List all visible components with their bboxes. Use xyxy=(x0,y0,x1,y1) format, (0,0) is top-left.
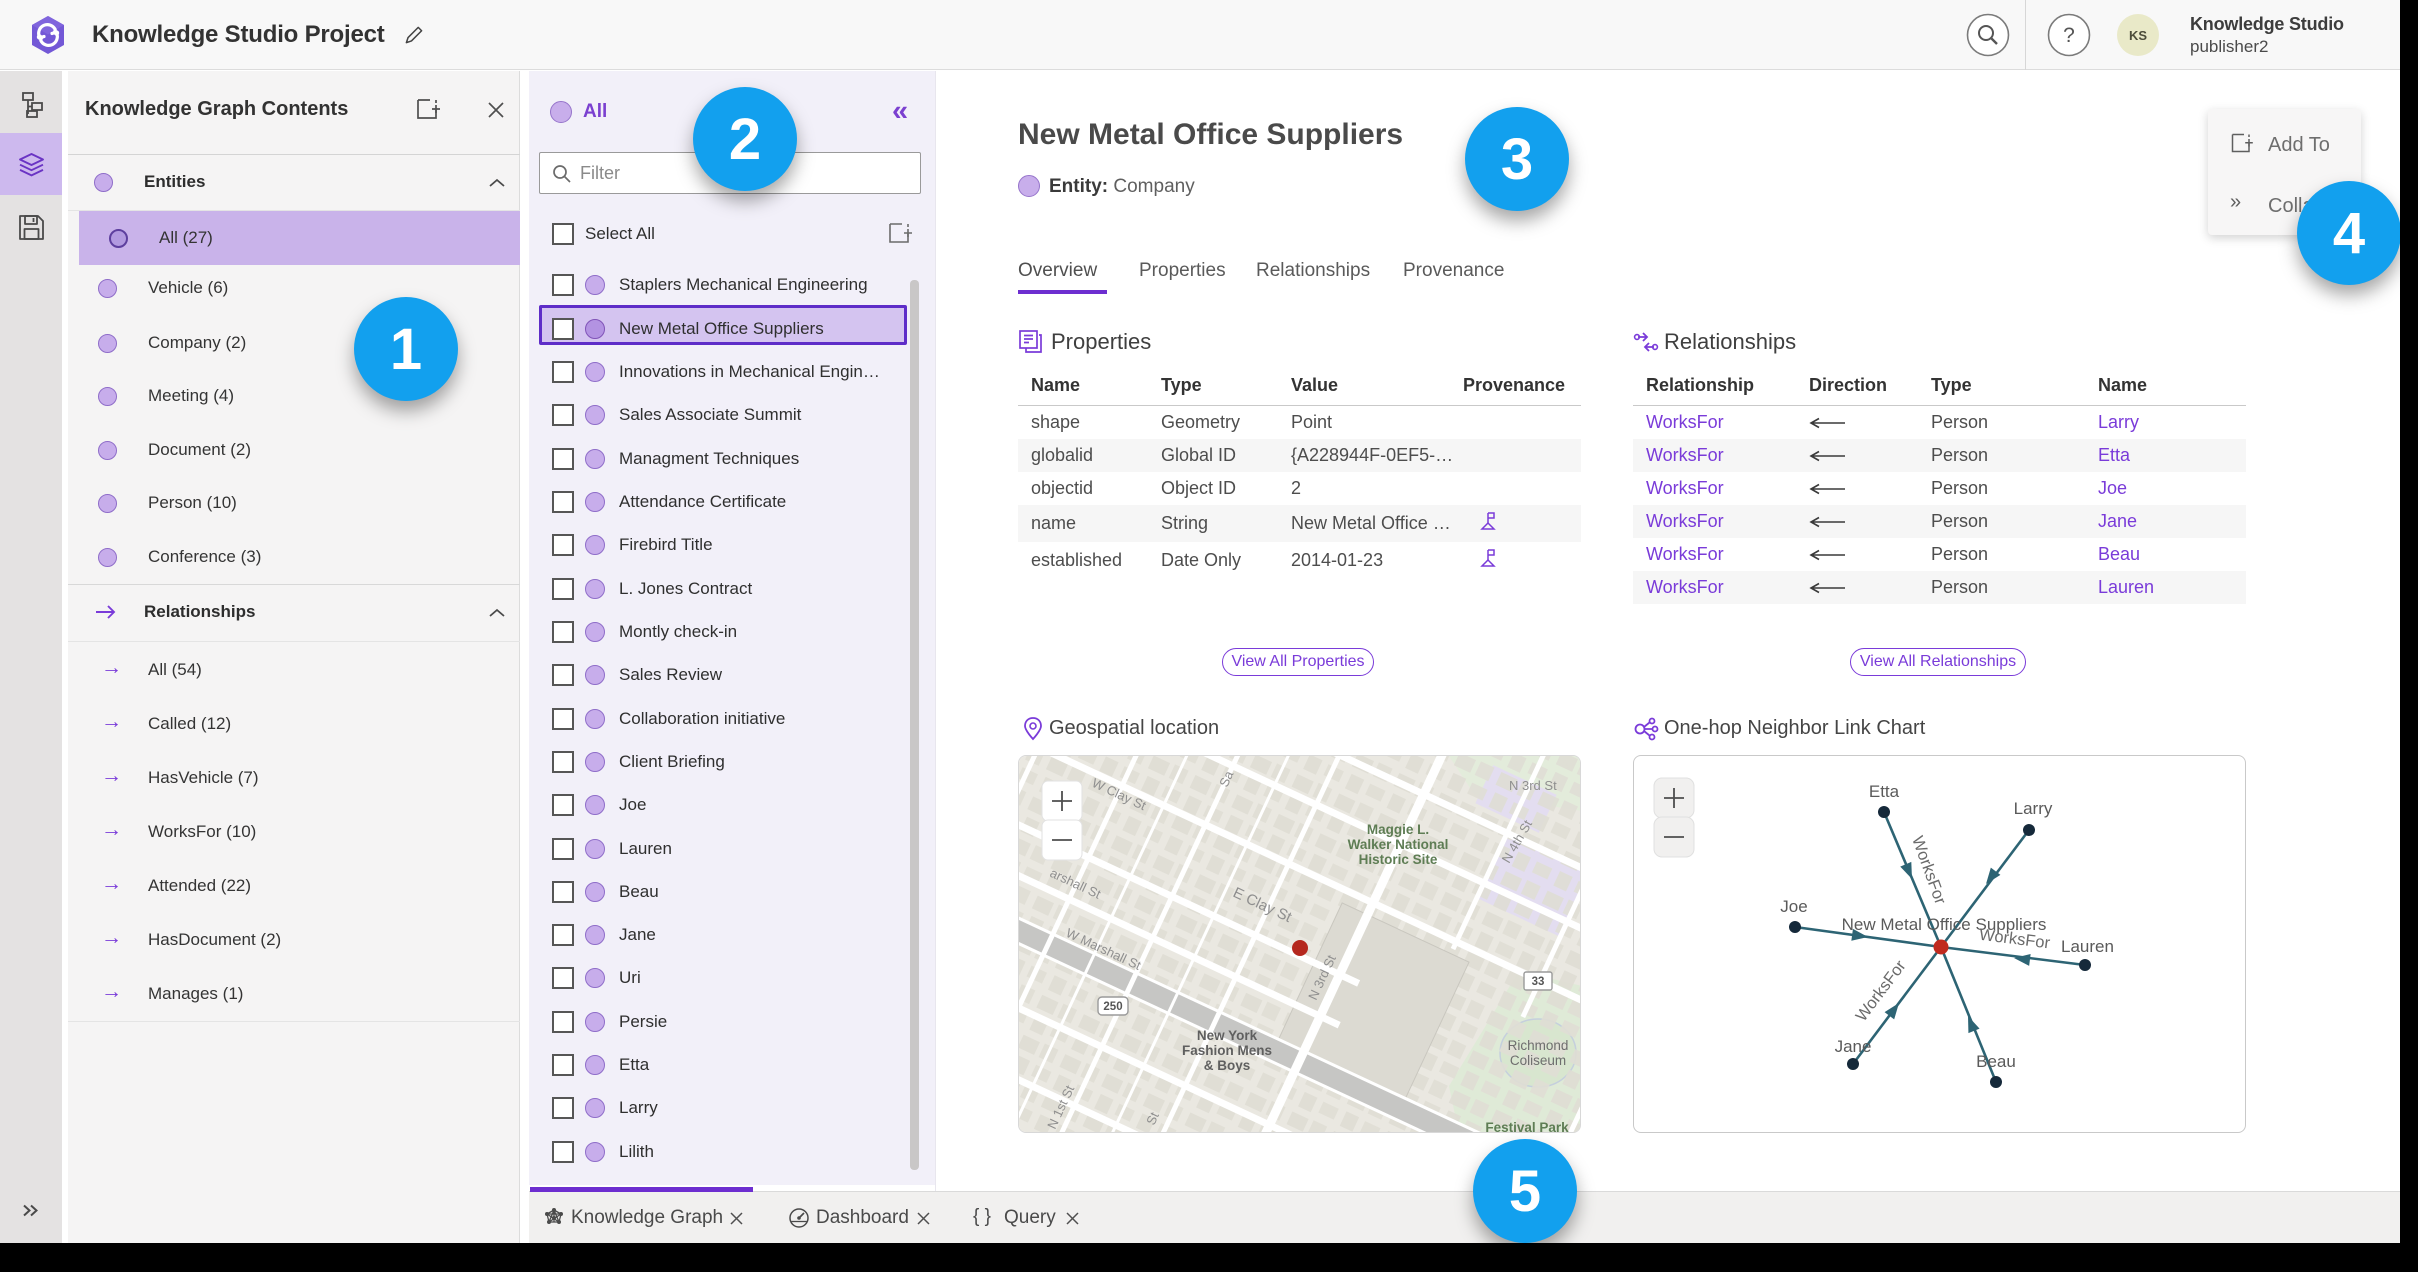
svg-text:Historic Site: Historic Site xyxy=(1359,852,1438,867)
svg-text:Jane: Jane xyxy=(1835,1037,1872,1056)
svg-text:Etta: Etta xyxy=(1869,782,1900,801)
svg-text:250: 250 xyxy=(1103,1001,1122,1013)
svg-text:Richmond: Richmond xyxy=(1508,1038,1569,1053)
svg-text:Beau: Beau xyxy=(1976,1052,2016,1071)
svg-text:Coliseum: Coliseum xyxy=(1510,1053,1566,1068)
svg-text:Fashion Mens: Fashion Mens xyxy=(1182,1043,1272,1058)
svg-text:WorksFor: WorksFor xyxy=(1852,957,1910,1025)
svg-text:& Boys: & Boys xyxy=(1204,1058,1251,1073)
svg-text:Joe: Joe xyxy=(1780,897,1807,916)
svg-text:Lauren: Lauren xyxy=(2061,937,2114,956)
svg-text:33: 33 xyxy=(1532,976,1545,988)
svg-text:Larry: Larry xyxy=(2014,799,2053,818)
svg-text:Walker National: Walker National xyxy=(1348,837,1449,852)
svg-text:New York: New York xyxy=(1197,1028,1258,1043)
svg-text:N 3rd St: N 3rd St xyxy=(1509,778,1557,793)
svg-text:?: ? xyxy=(2063,24,2075,47)
svg-text:Maggie L.: Maggie L. xyxy=(1367,822,1429,837)
svg-text:WorksFor: WorksFor xyxy=(1908,834,1949,908)
svg-text:Festival Park: Festival Park xyxy=(1485,1120,1569,1133)
